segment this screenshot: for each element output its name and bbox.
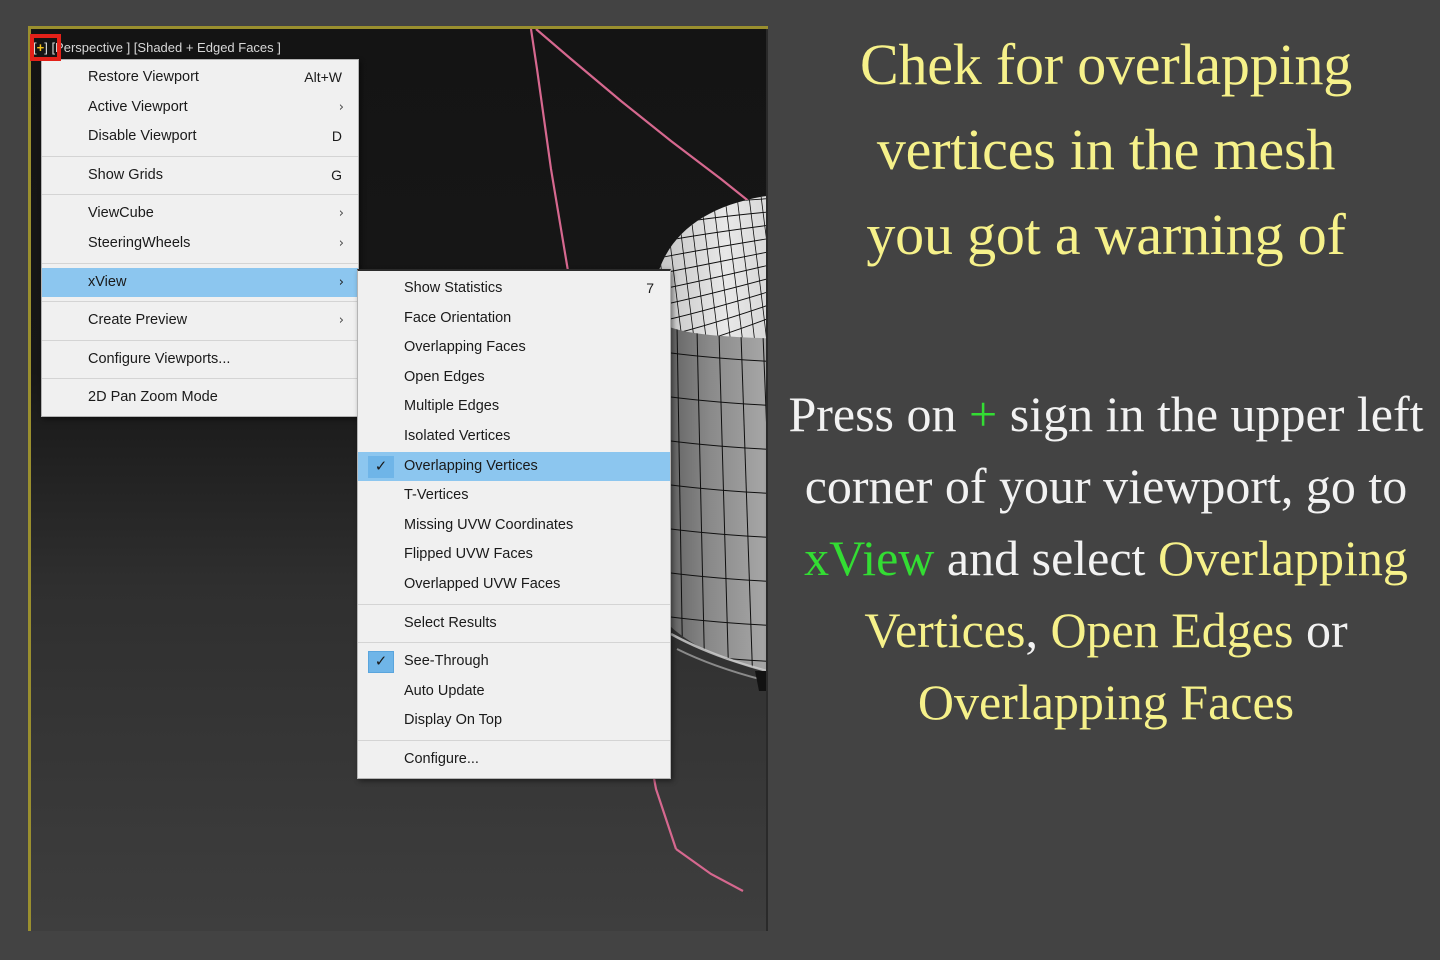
- menu-item-viewcube[interactable]: ViewCube ›: [42, 199, 358, 229]
- menu-item-flipped-uvw-faces[interactable]: Flipped UVW Faces: [358, 540, 670, 570]
- menu-item-isolated-vertices[interactable]: Isolated Vertices: [358, 422, 670, 452]
- menu-item-label: Configure...: [404, 750, 479, 767]
- body-keyword-plus: +: [969, 386, 998, 442]
- menu-separator: [358, 642, 670, 644]
- checkmark-icon: ✓: [368, 651, 394, 674]
- menu-item-multiple-edges[interactable]: Multiple Edges: [358, 392, 670, 422]
- chevron-right-icon: ›: [338, 99, 344, 115]
- menu-item-steeringwheels[interactable]: SteeringWheels ›: [42, 229, 358, 259]
- menu-item-restore-viewport[interactable]: Restore Viewport Alt+W: [42, 63, 358, 93]
- menu-separator: [42, 378, 358, 380]
- menu-item-2d-pan-zoom-mode[interactable]: 2D Pan Zoom Mode: [42, 383, 358, 413]
- menu-item-missing-uvw-coordinates[interactable]: Missing UVW Coordinates: [358, 511, 670, 541]
- body-segment-5: and select: [934, 530, 1158, 586]
- menu-item-label: See-Through: [404, 653, 489, 670]
- menu-item-create-preview[interactable]: Create Preview ›: [42, 306, 358, 336]
- body-keyword-xview: xView: [804, 530, 935, 586]
- menu-item-label: SteeringWheels: [88, 234, 191, 251]
- menu-item-label: ViewCube: [88, 205, 154, 222]
- body-keyword-overlapping-faces: Overlapping Faces: [917, 674, 1295, 730]
- menu-item-label: Show Statistics: [404, 280, 503, 296]
- menu-item-overlapping-faces[interactable]: Overlapping Faces: [358, 333, 670, 363]
- menu-item-label: Display On Top: [404, 712, 503, 729]
- instruction-panel: Chek for overlapping vertices in the mes…: [772, 0, 1440, 960]
- menu-separator: [42, 301, 358, 303]
- viewport-label[interactable]: [+] [Perspective ] [Shaded + Edged Faces…: [33, 40, 281, 55]
- body-keyword-open-edges: Open Edges: [1050, 602, 1294, 658]
- menu-item-label: Multiple Edges: [404, 398, 500, 415]
- menu-item-label: Create Preview: [88, 312, 188, 329]
- menu-item-shortcut: 7: [646, 280, 654, 296]
- menu-item-overlapped-uvw-faces[interactable]: Overlapped UVW Faces: [358, 570, 670, 600]
- menu-item-xview[interactable]: xView ›: [42, 267, 358, 298]
- instruction-body: Press on + sign in the upper left corner…: [780, 378, 1432, 738]
- chevron-right-icon: ›: [338, 206, 344, 222]
- menu-item-label: Open Edges: [404, 368, 485, 385]
- menu-item-shortcut: D: [331, 128, 342, 145]
- menu-item-overlapping-vertices[interactable]: ✓ Overlapping Vertices: [358, 451, 670, 482]
- menu-item-show-statistics[interactable]: Show Statistics 7: [358, 274, 670, 304]
- menu-item-select-results[interactable]: Select Results: [358, 609, 670, 639]
- menu-separator: [358, 739, 670, 741]
- menu-item-show-grids[interactable]: Show Grids G: [42, 161, 358, 191]
- menu-item-label: Disable Viewport: [88, 128, 197, 145]
- menu-separator: [42, 155, 358, 157]
- menu-item-face-orientation[interactable]: Face Orientation: [358, 304, 670, 334]
- menu-item-label: Isolated Vertices: [404, 427, 511, 444]
- xview-submenu[interactable]: Show Statistics 7 Face Orientation Overl…: [357, 269, 671, 779]
- body-segment-1: Press on: [788, 386, 970, 442]
- menu-item-configure-viewports[interactable]: Configure Viewports...: [42, 345, 358, 375]
- checkmark-icon: ✓: [368, 455, 394, 478]
- chevron-right-icon: ›: [338, 313, 344, 329]
- menu-item-label: Configure Viewports...: [88, 350, 231, 367]
- menu-item-label: Face Orientation: [404, 309, 512, 326]
- instruction-headline: Chek for overlapping vertices in the mes…: [772, 22, 1440, 277]
- menu-item-label: T-Vertices: [404, 487, 469, 504]
- menu-item-auto-update[interactable]: Auto Update: [358, 677, 670, 707]
- menu-item-label: xView: [88, 273, 127, 290]
- menu-item-shortcut: Alt+W: [304, 69, 342, 85]
- viewport-right-edge: [766, 29, 768, 931]
- menu-separator: [42, 262, 358, 264]
- body-segment-7: ,: [1025, 602, 1051, 658]
- headline-line-2: vertices in the mesh: [876, 117, 1336, 182]
- viewport-label-suffix: ] [Perspective ] [Shaded + Edged Faces ]: [44, 40, 281, 55]
- body-segment-9: or: [1293, 602, 1348, 658]
- menu-item-label: 2D Pan Zoom Mode: [88, 389, 218, 406]
- menu-separator: [42, 339, 358, 341]
- chevron-right-icon: ›: [338, 274, 344, 290]
- menu-item-label: Show Grids: [88, 166, 163, 183]
- viewport-config-menu[interactable]: Restore Viewport Alt+W Active Viewport ›…: [41, 59, 359, 417]
- chevron-right-icon: ›: [338, 235, 344, 251]
- menu-item-open-edges[interactable]: Open Edges: [358, 363, 670, 393]
- headline-line-1: Chek for overlapping: [859, 32, 1353, 97]
- menu-separator: [42, 194, 358, 196]
- menu-item-label: Restore Viewport: [88, 69, 199, 85]
- menu-item-label: Overlapping Faces: [404, 339, 526, 356]
- menu-item-shortcut: G: [331, 166, 342, 183]
- menu-item-display-on-top[interactable]: Display On Top: [358, 706, 670, 736]
- menu-item-t-vertices[interactable]: T-Vertices: [358, 481, 670, 511]
- headline-line-3: you got a warning of: [866, 202, 1346, 267]
- menu-separator: [358, 603, 670, 605]
- menu-item-label: Active Viewport: [88, 98, 188, 115]
- menu-item-label: Select Results: [404, 614, 497, 631]
- menu-item-label: Missing UVW Coordinates: [404, 516, 574, 533]
- menu-item-disable-viewport[interactable]: Disable Viewport D: [42, 122, 358, 152]
- menu-item-label: Overlapped UVW Faces: [404, 575, 561, 592]
- menu-item-active-viewport[interactable]: Active Viewport ›: [42, 93, 358, 123]
- menu-item-label: Flipped UVW Faces: [404, 546, 533, 563]
- menu-item-configure[interactable]: Configure...: [358, 745, 670, 775]
- menu-item-label: Auto Update: [404, 682, 485, 699]
- menu-item-see-through[interactable]: ✓ See-Through: [358, 647, 670, 677]
- menu-item-label: Overlapping Vertices: [404, 457, 538, 474]
